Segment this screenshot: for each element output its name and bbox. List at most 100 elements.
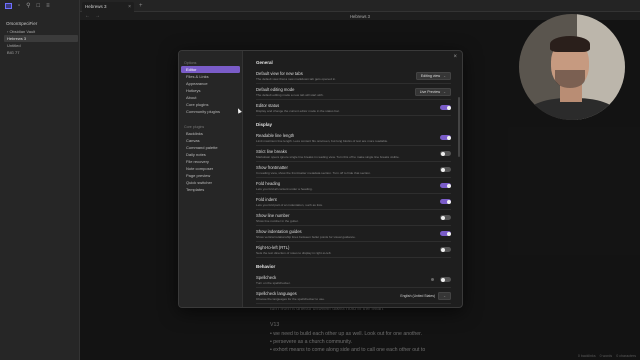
setting-info: Show indentation guides Show vertical rel…	[256, 229, 356, 239]
webcam-person-hair	[550, 36, 590, 52]
vault-name[interactable]: OrsonSpeciFier	[6, 21, 37, 26]
nav-item-templates[interactable]: Templates	[181, 186, 240, 193]
nav-item-files-links[interactable]: Files & Links	[181, 73, 240, 80]
readable-line-length-toggle[interactable]	[440, 135, 451, 140]
nav-item-command-palette[interactable]: Command palette	[181, 144, 240, 151]
fold-indent-toggle[interactable]	[440, 199, 451, 204]
setting-description: Lets you fold part of an indentation, su…	[256, 202, 323, 207]
setting-description: Show vertical relationship lines between…	[256, 234, 356, 239]
language-dropdown[interactable]: ⌄	[438, 291, 451, 300]
nav-item-page-preview[interactable]: Page preview	[181, 172, 240, 179]
setting-description: The default view that a new markdown tab…	[256, 76, 336, 81]
ribbon-toolbar: ▫ ⚲ □ ≡	[0, 0, 79, 12]
editor-status-toggle[interactable]	[440, 105, 451, 110]
setting-description: Display and change the current editor mo…	[256, 108, 340, 113]
setting-name: Strict line breaks	[256, 148, 287, 154]
default-editing-mode-dropdown[interactable]: Live Preview ⌄	[414, 87, 451, 96]
setting-info: Default view for new tabs The default vie…	[256, 71, 336, 81]
tab-hebrews-3[interactable]: Hebrews 3 ×	[82, 1, 134, 12]
chevron-down-icon: ⌄	[443, 73, 446, 78]
spellcheck-language-controls: English (United States) ⌄	[400, 291, 451, 300]
setting-name: Spellcheck	[256, 274, 277, 280]
setting-description: Choose the languages for the spellchecke…	[256, 296, 325, 301]
nav-item-community-plugins[interactable]: Community plugins	[181, 108, 240, 115]
setting-description: Markdown specs ignore single line breaks…	[256, 154, 400, 159]
nav-item-quick-switcher[interactable]: Quick switcher	[181, 179, 240, 186]
settings-content: General Default view for new tabs The def…	[243, 51, 462, 307]
setting-info: Strict line breaks Markdown specs ignore …	[256, 149, 400, 159]
section-heading-display: Display	[256, 122, 273, 127]
setting-info: Readable line length Limit maximum line l…	[256, 133, 388, 143]
setting-name: Default view for new tabs	[256, 70, 303, 76]
close-icon[interactable]: ×	[128, 4, 131, 10]
setting-info: Spellcheck Turn on the spellchecker.	[256, 275, 290, 285]
nav-item-backlinks[interactable]: Backlinks	[181, 130, 240, 137]
setting-name: Fold indent	[256, 196, 277, 202]
section-heading-general: General	[256, 60, 273, 65]
setting-show-frontmatter: Show frontmatter In reading view, show th…	[256, 162, 451, 178]
show-frontmatter-toggle[interactable]	[440, 167, 451, 172]
file-tree-item[interactable]: Hebrews 3	[4, 35, 78, 42]
nav-item-core-plugins[interactable]: Core plugins	[181, 101, 240, 108]
setting-info: Fold heading Lets you fold all content un…	[256, 181, 313, 191]
webcam-overlay	[519, 14, 625, 120]
setting-info: Show frontmatter In reading view, show th…	[256, 165, 371, 175]
tags-icon[interactable]: ≡	[46, 3, 50, 9]
file-tree-item[interactable]: › Obsidian Vault	[4, 28, 78, 35]
nav-item-note-composer[interactable]: Note composer	[181, 165, 240, 172]
chevron-down-icon: ⌄	[443, 293, 446, 298]
gear-icon[interactable]	[431, 278, 434, 281]
default-view-for-new-tabs-dropdown[interactable]: Editing view ⌄	[415, 71, 451, 80]
nav-item-appearance[interactable]: Appearance	[181, 80, 240, 87]
new-tab-icon[interactable]: +	[139, 3, 143, 9]
webcam-person-beard	[555, 70, 585, 88]
file-tree-item[interactable]: Untitled	[4, 42, 78, 49]
settings-modal: × Options Editor Files & Links Appearance H…	[178, 50, 463, 308]
nav-item-file-recovery[interactable]: File recovery	[181, 158, 240, 165]
file-tree-item[interactable]: BIG 77	[4, 49, 78, 56]
folder-icon[interactable]: ▫	[18, 3, 20, 9]
scrollbar[interactable]	[458, 97, 460, 157]
setting-info: Default editing mode The default editing …	[256, 87, 324, 97]
setting-name: Show indentation guides	[256, 228, 302, 234]
setting-description: Turn on the spellchecker.	[256, 280, 291, 285]
show-indentation-guides-toggle[interactable]	[440, 231, 451, 236]
language-value: English (United States)	[400, 293, 436, 298]
setting-readable-line-length: Readable line length Limit maximum line l…	[256, 130, 451, 146]
show-line-number-toggle[interactable]	[440, 215, 451, 220]
nav-item-editor[interactable]: Editor	[181, 66, 240, 73]
setting-name: Fold heading	[256, 180, 281, 186]
sidebar-toggle-icon[interactable]	[5, 3, 12, 9]
setting-description: Sets the text direction of notes to disp…	[256, 250, 332, 255]
bookmark-icon[interactable]: □	[37, 3, 41, 9]
spellcheck-controls	[431, 277, 451, 282]
setting-fold-heading: Fold heading Lets you fold all content un…	[256, 178, 451, 194]
setting-info: Editor status Display and change the curr…	[256, 103, 340, 113]
file-tree: › Obsidian Vault Hebrews 3 Untitled BIG 77	[4, 28, 78, 56]
setting-info: Fold indent Lets you fold part of an inde…	[256, 197, 323, 207]
setting-description: Lets you fold all content under a headin…	[256, 186, 313, 191]
nav-item-canvas[interactable]: Canvas	[181, 137, 240, 144]
dropdown-value: Editing view	[420, 73, 441, 78]
setting-name: Show line number	[256, 212, 290, 218]
setting-name: Default editing mode	[256, 86, 295, 92]
setting-name: Show frontmatter	[256, 164, 288, 170]
setting-name: Readable line length	[256, 132, 295, 138]
nav-item-hotkeys[interactable]: Hotkeys	[181, 87, 240, 94]
setting-info: Right-to-left (RTL) Sets the text directi…	[256, 245, 331, 255]
setting-description: The default editing mode a new tab will …	[256, 92, 324, 97]
settings-nav: Options Editor Files & Links Appearance Hot…	[179, 51, 243, 307]
fold-heading-toggle[interactable]	[440, 183, 451, 188]
setting-info: Show line number Show line number in the …	[256, 213, 299, 223]
setting-show-indentation-guides: Show indentation guides Show vertical rel…	[256, 226, 451, 242]
right-to-left-rtl-toggle[interactable]	[440, 247, 451, 252]
search-icon[interactable]: ⚲	[26, 3, 30, 9]
strict-line-breaks-toggle[interactable]	[440, 151, 451, 156]
setting-editor-status: Editor status Display and change the curr…	[256, 100, 451, 116]
spellcheck-toggle[interactable]	[440, 277, 451, 282]
setting-description: Limit maximum line length. Less content …	[256, 138, 389, 143]
nav-item-daily-notes[interactable]: Daily notes	[181, 151, 240, 158]
setting-name: Right-to-left (RTL)	[256, 244, 290, 250]
tab-bar: Hebrews 3 × +	[80, 0, 640, 12]
nav-item-about[interactable]: About	[181, 94, 240, 101]
